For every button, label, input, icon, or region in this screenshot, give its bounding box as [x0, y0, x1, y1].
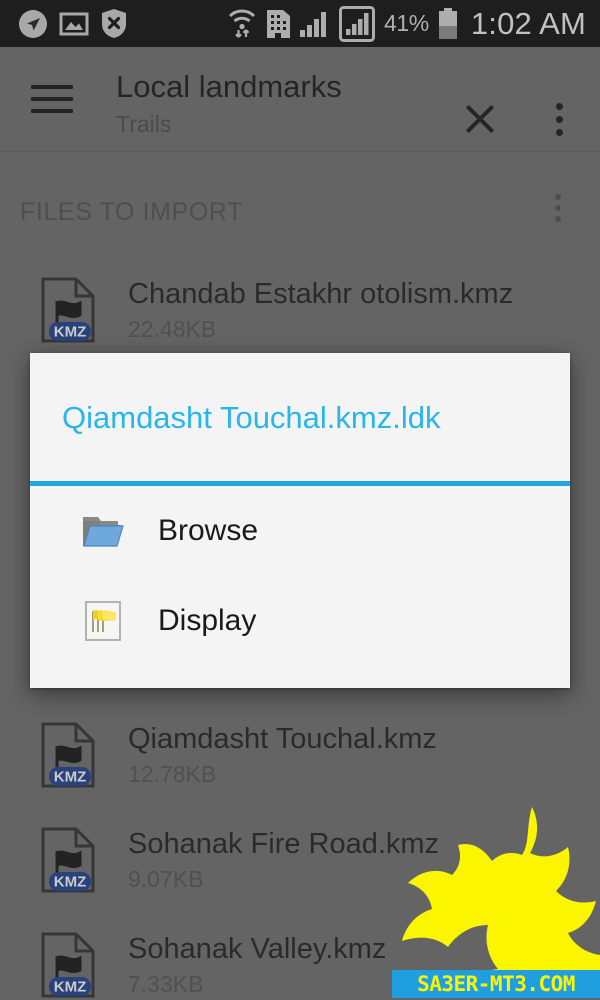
kmz-file-icon: KMZ: [40, 722, 96, 788]
file-size: 9.07KB: [128, 865, 204, 892]
dialog-option-browse[interactable]: Browse: [30, 486, 570, 576]
signal-bars-icon: [300, 11, 327, 37]
dialog-option-list: Browse Display: [30, 486, 570, 666]
file-size: 22.48KB: [128, 315, 217, 342]
list-item-text: Chandab Estakhr otolism.kmz 22.48KB: [128, 275, 513, 345]
dialog-option-display[interactable]: Display: [30, 576, 570, 666]
file-action-dialog: Qiamdasht Touchal.kmz.ldk Browse Display: [30, 353, 570, 688]
file-name: Sohanak Fire Road.kmz: [128, 827, 440, 860]
app-bar: Local landmarks Trails: [0, 47, 600, 152]
file-name: Qiamdasht Touchal.kmz: [128, 722, 437, 755]
kmz-file-icon: KMZ: [40, 827, 96, 893]
dialog-title: Qiamdasht Touchal.kmz.ldk: [62, 400, 441, 435]
page-title: Local landmarks: [116, 69, 342, 104]
status-bar: 41% 1:02 AM: [0, 0, 600, 47]
kmz-file-icon: KMZ: [40, 932, 96, 998]
svg-text:KMZ: KMZ: [54, 978, 87, 995]
battery-percent-label: 41%: [384, 10, 429, 36]
status-bar-right-icons: 41% 1:02 AM: [227, 5, 586, 42]
dialog-option-label: Display: [158, 604, 257, 637]
overflow-menu-icon[interactable]: [544, 99, 574, 139]
hamburger-icon[interactable]: [31, 85, 73, 113]
folder-icon: [80, 508, 126, 554]
close-icon[interactable]: [458, 97, 502, 141]
phone-screen: 41% 1:02 AM Local landmarks Trails FILES…: [0, 0, 600, 1000]
list-item[interactable]: KMZ Sohanak Fire Road.kmz 9.07KB: [0, 807, 600, 912]
svg-text:KMZ: KMZ: [54, 768, 87, 785]
title-block: Local landmarks Trails: [116, 65, 470, 139]
list-item-text: Sohanak Valley.kmz 7.33KB: [128, 930, 386, 1000]
shield-x-icon: [102, 9, 126, 38]
clock-label: 1:02 AM: [470, 5, 586, 41]
file-size: 7.33KB: [128, 970, 204, 997]
list-item[interactable]: KMZ Qiamdasht Touchal.kmz 12.78KB: [0, 702, 600, 807]
signal-bars-boxed-icon: [339, 5, 376, 42]
sim-card-icon: [267, 10, 291, 38]
file-name: Chandab Estakhr otolism.kmz: [128, 277, 514, 310]
battery-half-icon: [438, 7, 457, 39]
flags-display-icon: [80, 598, 126, 644]
status-bar-left-icons: [18, 8, 128, 39]
section-title: FILES TO IMPORT: [20, 198, 243, 226]
list-item[interactable]: KMZ Sohanak Valley.kmz 7.33KB: [0, 912, 600, 1000]
kmz-file-icon: KMZ: [40, 277, 96, 343]
location-arrow-icon: [19, 9, 47, 38]
section-header-files-to-import: FILES TO IMPORT: [0, 152, 600, 257]
dialog-option-label: Browse: [158, 514, 259, 547]
svg-text:KMZ: KMZ: [54, 873, 87, 890]
svg-text:KMZ: KMZ: [54, 323, 87, 340]
list-item[interactable]: KMZ Chandab Estakhr otolism.kmz 22.48KB: [0, 257, 600, 362]
list-item-text: Qiamdasht Touchal.kmz 12.78KB: [128, 720, 437, 790]
list-item-text: Sohanak Fire Road.kmz 9.07KB: [128, 825, 439, 895]
photo-icon: [59, 12, 89, 35]
file-size: 12.78KB: [128, 760, 217, 787]
file-name: Sohanak Valley.kmz: [128, 932, 387, 965]
page-subtitle: Trails: [116, 111, 172, 137]
section-overflow-menu-icon[interactable]: [544, 190, 572, 226]
wifi-transfer-icon: [228, 9, 256, 38]
